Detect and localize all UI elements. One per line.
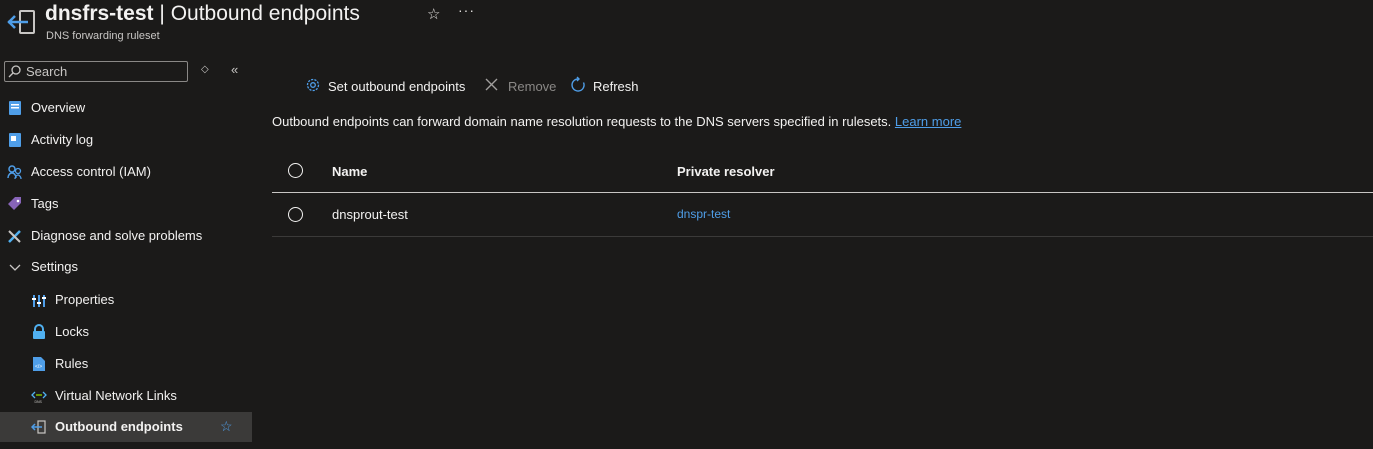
sidebar-item-label: Properties: [55, 292, 115, 307]
outbound-endpoint-icon: [7, 10, 35, 34]
sidebar-item-label: Locks: [55, 324, 89, 339]
table-cell-name: dnsprout-test: [332, 207, 408, 222]
sidebar-item-access-control[interactable]: Access control (IAM): [0, 157, 252, 187]
toolbar-button-label: Set outbound endpoints: [328, 79, 466, 94]
title-separator: |: [159, 2, 165, 25]
learn-more-link[interactable]: Learn more: [895, 114, 961, 129]
column-header-private-resolver[interactable]: Private resolver: [677, 164, 775, 179]
sidebar-item-label: Tags: [31, 196, 59, 211]
sidebar-item-rules[interactable]: </> Rules: [0, 349, 252, 379]
wrench-icon: [8, 230, 21, 243]
sidebar-item-label: Overview: [31, 100, 86, 115]
sort-toggle-icon[interactable]: ◇: [201, 64, 209, 75]
sidebar-item-label: Outbound endpoints: [55, 419, 183, 434]
sidebar-item-properties[interactable]: Properties: [0, 285, 252, 315]
description-text: Outbound endpoints can forward domain na…: [272, 114, 961, 129]
chevron-down-icon: [9, 264, 21, 271]
sidebar-item-settings[interactable]: Settings: [0, 252, 252, 282]
properties-icon: [32, 295, 46, 307]
toolbar-button-label: Remove: [508, 79, 557, 94]
sidebar-item-virtual-network-links[interactable]: DNS Virtual Network Links: [0, 381, 252, 411]
page-name: Outbound endpoints: [170, 2, 360, 25]
outbound-endpoint-icon: [31, 420, 46, 434]
lock-icon: [33, 324, 45, 339]
more-options-button[interactable]: ···: [458, 2, 475, 18]
resource-name: dnsfrs-test: [45, 2, 154, 25]
sidebar-item-activity-log[interactable]: Activity log: [0, 125, 252, 155]
svg-text:DNS: DNS: [35, 400, 43, 404]
row-select-radio[interactable]: [288, 207, 303, 222]
select-all-radio[interactable]: [288, 163, 303, 178]
sidebar-item-label: Settings: [31, 259, 78, 274]
refresh-icon: [571, 76, 585, 92]
sidebar-item-outbound-endpoints[interactable]: Outbound endpoints ☆: [0, 412, 252, 442]
sidebar-item-label: Activity log: [31, 132, 94, 147]
sidebar-item-label: Rules: [55, 356, 89, 371]
sidebar-item-tags[interactable]: Tags: [0, 189, 252, 219]
close-icon: [485, 78, 498, 91]
collapse-sidebar-icon[interactable]: «: [231, 62, 238, 77]
search-input[interactable]: [26, 62, 184, 81]
overview-icon: [9, 101, 21, 115]
svg-text:</>: </>: [35, 364, 42, 370]
private-resolver-link[interactable]: dnspr-test: [677, 207, 730, 221]
people-icon: [7, 165, 22, 180]
tag-icon: [8, 197, 21, 210]
sidebar-item-label: Virtual Network Links: [55, 388, 177, 403]
sidebar-item-diagnose[interactable]: Diagnose and solve problems: [0, 221, 252, 251]
search-icon: [8, 65, 21, 78]
gear-icon: [306, 78, 320, 92]
page-title: dnsfrs-test | Outbound endpoints: [45, 1, 360, 27]
favorite-star-icon[interactable]: ☆: [427, 5, 440, 23]
sidebar-item-label: Diagnose and solve problems: [31, 228, 203, 243]
column-header-name[interactable]: Name: [332, 164, 367, 179]
header-divider: [272, 192, 1373, 193]
description-body: Outbound endpoints can forward domain na…: [272, 114, 892, 129]
sidebar-item-locks[interactable]: Locks: [0, 317, 252, 347]
sidebar-item-overview[interactable]: Overview: [0, 93, 252, 123]
activity-log-icon: [9, 133, 21, 147]
row-divider: [272, 236, 1373, 237]
favorite-star-icon[interactable]: ☆: [220, 418, 233, 435]
toolbar-button-label: Refresh: [593, 79, 639, 94]
sidebar-item-label: Access control (IAM): [31, 164, 151, 179]
rules-icon: </>: [33, 357, 45, 371]
network-link-icon: DNS: [31, 391, 47, 404]
resource-type-subtitle: DNS forwarding ruleset: [46, 30, 160, 42]
